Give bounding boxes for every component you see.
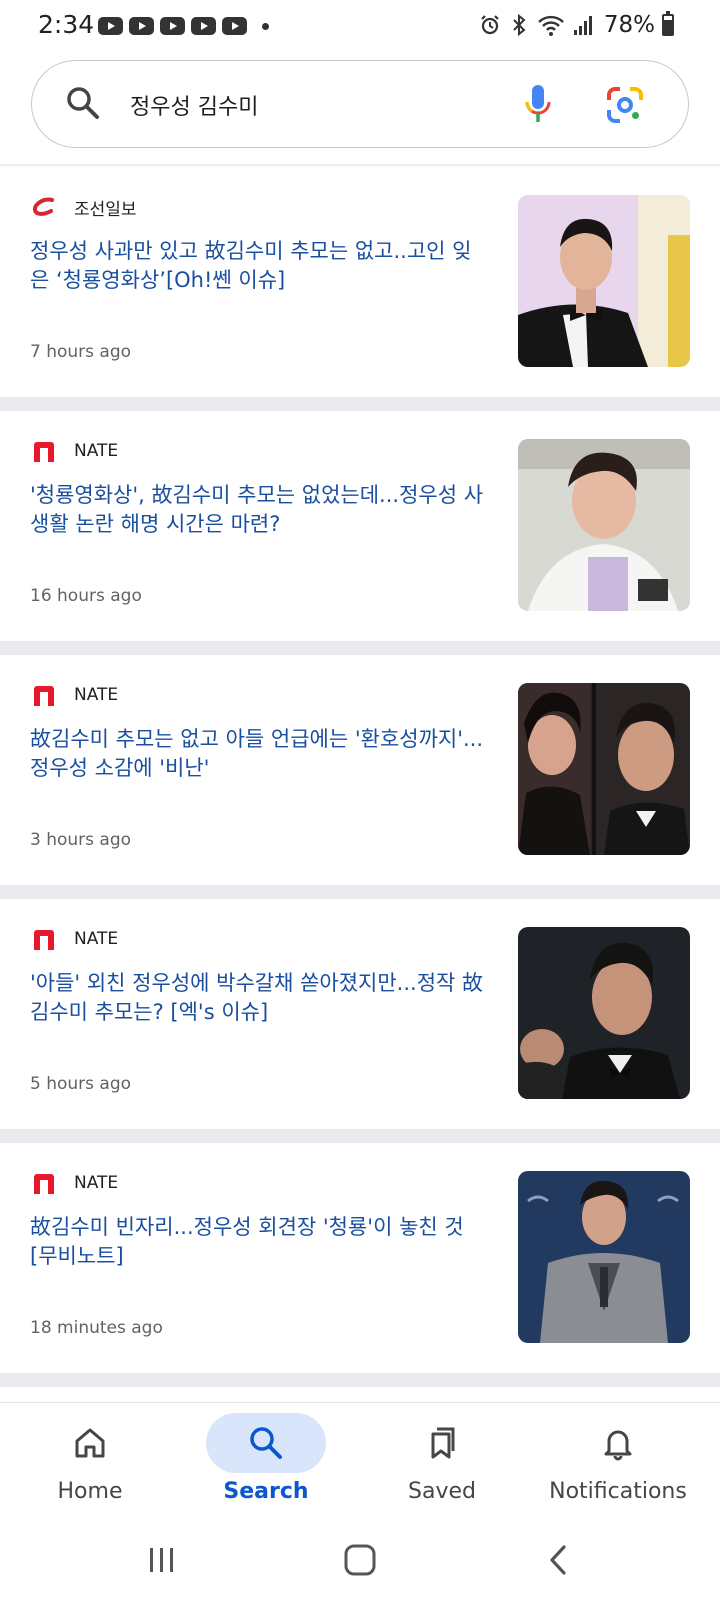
article-time: 5 hours ago [30, 1074, 132, 1094]
home-icon [75, 1428, 105, 1458]
bluetooth-icon [513, 13, 526, 37]
source-row: 조선일보 [30, 193, 137, 221]
news-card[interactable]: NATE '아들' 외친 정우성에 박수갈채 쏟아졌지만...정작 故김수미 추… [0, 899, 720, 1129]
news-card[interactable]: NATE 故김수미 빈자리...정우성 회견장 '청룡'이 놓친 것 [무비노트… [0, 1143, 720, 1373]
youtube-icon [160, 17, 185, 35]
article-headline[interactable]: '아들' 외친 정우성에 박수갈채 쏟아졌지만...정작 故김수미 추모는? [… [30, 969, 486, 1027]
recent-apps-icon[interactable] [142, 1540, 182, 1580]
status-bar: 2:34 78% [0, 0, 720, 52]
battery-icon [662, 11, 674, 36]
news-card[interactable]: 조선일보 정우성 사과만 있고 故김수미 추모는 없고..고인 잊은 ‘청룡영화… [0, 167, 720, 397]
nav-home-label: Home [57, 1479, 123, 1504]
card-separator [0, 1129, 720, 1143]
nav-home[interactable]: Home [0, 1403, 180, 1521]
nav-search-pill [206, 1413, 326, 1473]
card-separator [0, 641, 720, 655]
search-icon [250, 1427, 282, 1459]
signal-icon [573, 16, 592, 35]
article-thumbnail[interactable] [518, 1171, 690, 1343]
nav-notifications-label: Notifications [549, 1479, 687, 1504]
nav-search-label: Search [223, 1479, 309, 1504]
article-headline[interactable]: 故김수미 추모는 없고 아들 언급에는 '환호성까지'...정우성 소감에 '비… [30, 725, 486, 783]
card-separator [0, 885, 720, 899]
status-right-icons: 78% [478, 11, 674, 38]
nav-home-pill [30, 1413, 150, 1473]
back-icon[interactable] [538, 1540, 578, 1580]
source-name: NATE [74, 1173, 119, 1193]
source-name: 조선일보 [74, 199, 137, 220]
article-headline[interactable]: '청룡영화상', 故김수미 추모는 없었는데...정우성 사생활 논란 해명 시… [30, 481, 486, 539]
nav-notifications[interactable]: Notifications [528, 1403, 708, 1521]
dot-icon [262, 22, 269, 30]
nate-logo-icon [30, 681, 58, 709]
youtube-icon [98, 17, 123, 35]
notification-icons [98, 17, 269, 35]
news-feed: 조선일보 정우성 사과만 있고 故김수미 추모는 없고..고인 잊은 ‘청룡영화… [0, 167, 720, 1387]
article-thumbnail[interactable] [518, 195, 690, 367]
article-thumbnail[interactable] [518, 439, 690, 611]
youtube-icon [129, 17, 154, 35]
article-time: 7 hours ago [30, 342, 132, 362]
article-headline[interactable]: 정우성 사과만 있고 故김수미 추모는 없고..고인 잊은 ‘청룡영화상’[Oh… [30, 237, 486, 295]
nate-logo-icon [30, 925, 58, 953]
nav-notifications-pill [558, 1413, 678, 1473]
status-time: 2:34 [38, 10, 95, 39]
source-name: NATE [74, 441, 119, 461]
chosun-logo-icon [30, 193, 58, 221]
nate-logo-icon [30, 437, 58, 465]
battery-percentage: 78% [603, 12, 655, 38]
bell-icon [604, 1430, 632, 1461]
news-card[interactable]: NATE '청룡영화상', 故김수미 추모는 없었는데...정우성 사생활 논란… [0, 411, 720, 641]
bottom-navigation: Home Search Saved Notifications [0, 1402, 720, 1520]
article-thumbnail[interactable] [518, 927, 690, 1099]
article-time: 18 minutes ago [30, 1318, 163, 1338]
article-time: 3 hours ago [30, 830, 132, 850]
source-row: NATE [30, 927, 118, 951]
card-separator [0, 397, 720, 411]
lens-icon[interactable] [606, 86, 644, 124]
nav-saved-pill [382, 1413, 502, 1473]
source-row: NATE [30, 683, 118, 707]
alarm-icon [481, 15, 499, 35]
source-row: NATE [30, 439, 118, 463]
search-icon[interactable] [65, 85, 101, 121]
youtube-icon [191, 17, 216, 35]
search-input[interactable]: 정우성 김수미 [130, 89, 258, 121]
article-time: 16 hours ago [30, 586, 142, 606]
youtube-icon [222, 17, 247, 35]
wifi-icon [538, 15, 564, 36]
card-separator [0, 1373, 720, 1387]
news-card[interactable]: NATE 故김수미 추모는 없고 아들 언급에는 '환호성까지'...정우성 소… [0, 655, 720, 885]
nav-saved-label: Saved [408, 1479, 476, 1504]
nav-saved[interactable]: Saved [352, 1403, 532, 1521]
source-name: NATE [74, 929, 119, 949]
mic-icon[interactable] [522, 83, 554, 125]
article-headline[interactable]: 故김수미 빈자리...정우성 회견장 '청룡'이 놓친 것 [무비노트] [30, 1213, 486, 1271]
saved-icon [431, 1427, 455, 1459]
nate-logo-icon [30, 1169, 58, 1197]
source-name: NATE [74, 685, 119, 705]
article-thumbnail[interactable] [518, 683, 690, 855]
source-row: NATE [30, 1171, 118, 1195]
system-navigation-bar [0, 1520, 720, 1600]
home-button-icon[interactable] [340, 1540, 380, 1580]
nav-search[interactable]: Search [176, 1403, 356, 1521]
search-bar[interactable]: 정우성 김수미 [31, 60, 689, 148]
search-header: 정우성 김수미 [0, 52, 720, 164]
